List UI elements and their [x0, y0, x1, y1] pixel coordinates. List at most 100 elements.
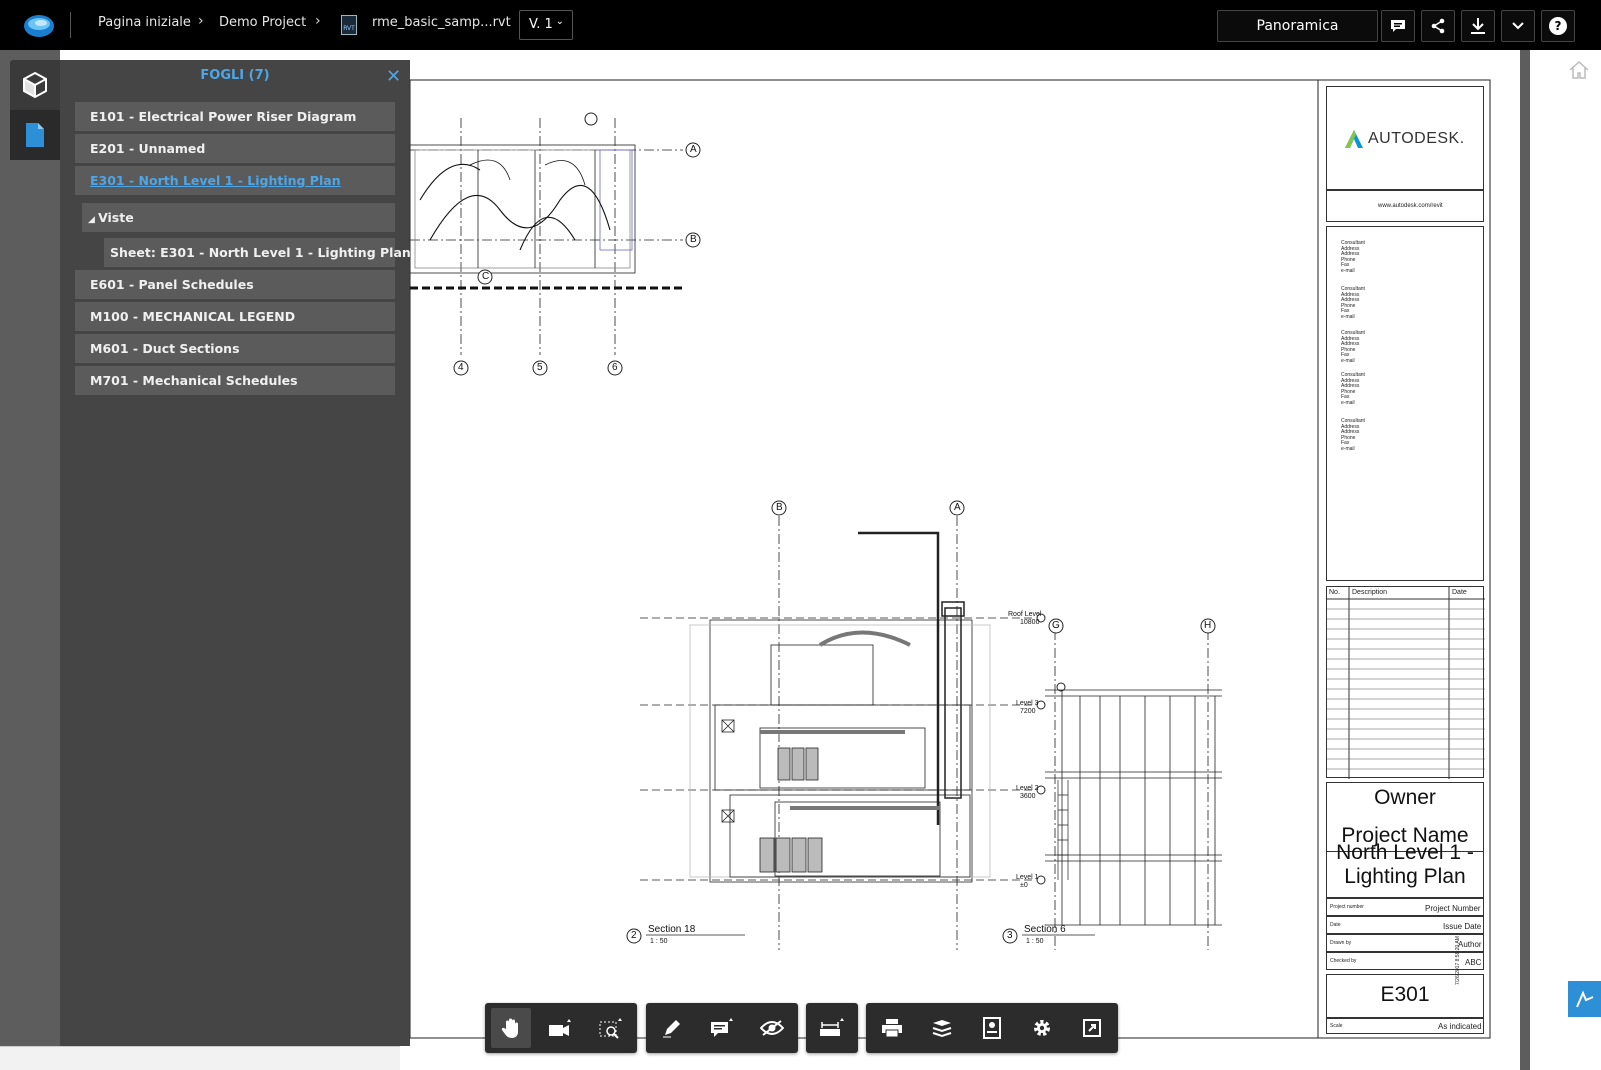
scale-label: Scale — [1330, 1023, 1343, 1029]
level-elevation: 7200 — [1020, 708, 1036, 715]
sheets-panel: FOGLI (7) ✕ E101 - Electrical Power Rise… — [60, 60, 411, 1046]
rev-header-date: Date — [1452, 589, 1467, 596]
sheet-title: North Level 1 - Lighting Plan — [1336, 841, 1474, 888]
rev-header-description: Description — [1352, 589, 1388, 596]
grid-label: 4 — [458, 362, 464, 373]
left-rail — [10, 60, 60, 160]
autodesk-logo-icon — [1345, 130, 1363, 148]
owner-label: Owner — [1374, 786, 1436, 809]
hide-button[interactable] — [752, 1008, 792, 1048]
navigation-tools — [485, 1003, 637, 1053]
section-scale: 1 : 50 — [1026, 938, 1044, 945]
section-number: 2 — [631, 930, 637, 941]
feedback-badge[interactable] — [1568, 981, 1601, 1017]
status-strip — [0, 1046, 400, 1070]
consultant-block: Consultant Address Address Phone Fax e-mail — [1341, 286, 1365, 320]
views-group-label: Viste — [98, 210, 134, 225]
brand-url: www.autodesk.com/revit — [1378, 203, 1443, 209]
field-label: Project number — [1330, 904, 1364, 910]
field-label: Checked by — [1330, 958, 1357, 964]
level-label: Roof Level — [1008, 611, 1042, 618]
brand-name: AUTODESK. — [1368, 130, 1465, 147]
level-elevation: 3600 — [1020, 793, 1036, 800]
field-value: ABC — [1465, 958, 1482, 967]
level-label: Level 2 — [1016, 785, 1039, 792]
view-tools — [866, 1003, 1118, 1053]
view-item[interactable]: Sheet: E301 - North Level 1 - Lighting P… — [104, 238, 411, 267]
level-elevation: 10800 — [1020, 619, 1040, 626]
sheet-item-active[interactable]: E301 - North Level 1 - Lighting Plan — [75, 166, 395, 195]
fullscreen-icon — [1083, 1019, 1101, 1037]
sheet-item[interactable]: M701 - Mechanical Schedules — [75, 366, 395, 395]
measure-icon — [820, 1018, 844, 1036]
grid-label: H — [1204, 620, 1212, 631]
scale-value: As indicated — [1438, 1022, 1482, 1031]
sheet-item[interactable]: M601 - Duct Sections — [75, 334, 395, 363]
rev-header-no: No. — [1329, 589, 1340, 596]
consultants-box: Consultant Address Address Phone Fax e-mail C… — [1326, 226, 1484, 581]
sheets-icon — [26, 123, 44, 147]
expand-triangle-icon[interactable]: ◢ — [88, 215, 98, 225]
pan-button[interactable] — [491, 1008, 531, 1048]
grid-label: A — [954, 502, 961, 513]
revision-table: No. Description Date — [1326, 586, 1485, 779]
grid-label: B — [690, 234, 697, 245]
views-group[interactable]: ◢ Viste — [82, 203, 395, 232]
section-scale: 1 : 50 — [650, 938, 668, 945]
settings-button[interactable] — [1022, 1008, 1062, 1048]
consultant-block: Consultant Address Address Phone Fax e-mail — [1341, 418, 1365, 452]
hide-eye-icon — [760, 1020, 784, 1036]
section-title: Section 18 — [648, 924, 696, 935]
markup-pen-icon — [663, 1020, 680, 1038]
sheet-item[interactable]: E201 - Unnamed — [75, 134, 395, 163]
grid-label: C — [482, 271, 490, 282]
model-browser-button[interactable] — [10, 60, 60, 110]
zoom-window-button[interactable] — [591, 1008, 631, 1048]
sheet-item[interactable]: E101 - Electrical Power Riser Diagram — [75, 102, 395, 131]
grid-label: G — [1052, 620, 1060, 631]
fullscreen-button[interactable] — [1072, 1008, 1112, 1048]
consultant-block: Consultant Address Address Phone Fax e-mail — [1341, 240, 1365, 274]
field-value: Issue Date — [1443, 922, 1482, 931]
level-label: Level 1 — [1016, 874, 1039, 881]
comment-tool-button[interactable] — [702, 1008, 742, 1048]
sheets-browser-button[interactable] — [10, 110, 60, 160]
model-3d-icon — [23, 71, 47, 99]
consultant-block: Consultant Address Address Phone Fax e-mail — [1341, 372, 1365, 406]
print-icon — [882, 1019, 902, 1038]
close-icon[interactable]: ✕ — [386, 66, 401, 87]
revision-grid — [1327, 587, 1485, 779]
layers-button[interactable] — [922, 1008, 962, 1048]
comment-icon — [711, 1018, 733, 1037]
level-label: Level 3 — [1016, 700, 1039, 707]
field-label: Date — [1330, 922, 1341, 928]
properties-button[interactable] — [972, 1008, 1012, 1048]
camera-icon — [549, 1019, 571, 1036]
section-title: Section 6 — [1024, 924, 1066, 935]
grid-label: 6 — [612, 362, 618, 373]
field-label: Drawn by — [1330, 940, 1352, 946]
measure-button[interactable] — [812, 1008, 852, 1048]
properties-icon — [983, 1017, 1001, 1039]
grid-label: A — [690, 144, 697, 155]
print-button[interactable] — [872, 1008, 912, 1048]
markup-button[interactable] — [652, 1008, 692, 1048]
plot-timestamp: 7/26/2017 8:58:20 AM — [1455, 936, 1461, 985]
sheet-item[interactable]: M100 - MECHANICAL LEGEND — [75, 302, 395, 331]
grid-label: B — [776, 502, 783, 513]
grid-label: 5 — [537, 362, 543, 373]
field-value: Project Number — [1425, 904, 1481, 913]
markup-tools — [646, 1003, 798, 1053]
sheet-number: E301 — [1380, 983, 1430, 1006]
panel-title: FOGLI (7) — [200, 68, 270, 83]
field-value: Author — [1458, 940, 1482, 949]
layers-icon — [932, 1020, 952, 1038]
level-elevation: ±0 — [1020, 882, 1028, 889]
measure-tools — [806, 1003, 858, 1053]
sheet-item[interactable]: E601 - Panel Schedules — [75, 270, 395, 299]
feedback-icon — [1575, 990, 1593, 1008]
zoom-window-icon — [599, 1018, 622, 1039]
settings-gear-icon — [1034, 1020, 1050, 1036]
section-number: 3 — [1007, 930, 1013, 941]
camera-button[interactable] — [541, 1008, 581, 1048]
